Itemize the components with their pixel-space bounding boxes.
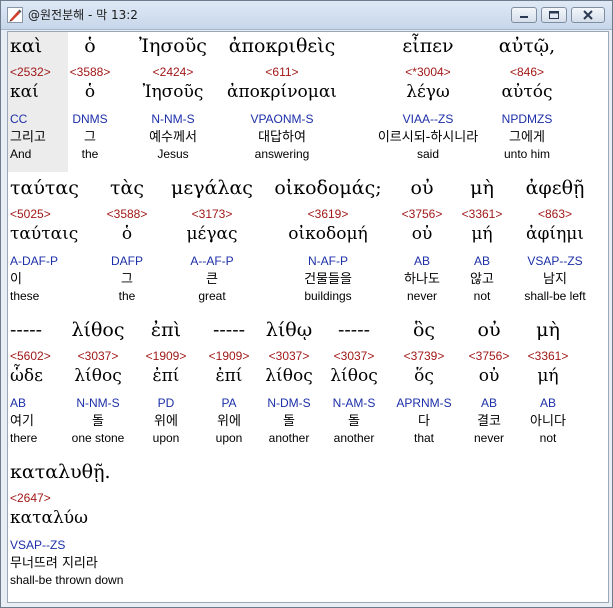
- interlinear-window: @원전분해 - 막 13:2 καὶ <2532> καί CC 그리고 And ὁ <358…: [0, 0, 613, 608]
- word-lemma: ἀφίημι: [526, 224, 584, 244]
- window-title: @원전분해 - 막 13:2: [28, 8, 138, 22]
- word-greek: αὐτῷ,: [498, 35, 556, 57]
- word-english: shall-be thrown down: [10, 573, 124, 587]
- word-korean: 아니다: [530, 414, 566, 429]
- word-strong: <846>: [509, 65, 545, 79]
- word-lemma: μή: [537, 366, 559, 386]
- minimize-button[interactable]: [511, 7, 537, 23]
- word-strong: <863>: [537, 207, 573, 221]
- word-korean: 남지: [543, 272, 567, 287]
- word-korean: 대답하여: [258, 130, 306, 145]
- word-parse: VSAP--ZS: [527, 254, 583, 268]
- maximize-button[interactable]: [541, 7, 567, 23]
- close-icon: [583, 10, 593, 20]
- word-parse: VSAP--ZS: [10, 538, 66, 552]
- word-greek: καταλυθῇ.: [10, 461, 111, 483]
- word-strong: <3361>: [527, 349, 569, 363]
- app-pen-icon: [7, 7, 23, 23]
- word-strong: <2647>: [10, 491, 51, 505]
- word-greek: ἀφεθῇ: [525, 177, 585, 199]
- word-english: shall-be left: [524, 289, 586, 303]
- minimize-icon: [520, 16, 528, 18]
- word-parse: AB: [539, 396, 556, 410]
- word-greek: ἀποκριθεὶς: [228, 35, 336, 57]
- close-button[interactable]: [571, 7, 605, 23]
- title-bar[interactable]: @원전분해 - 막 13:2: [1, 1, 612, 30]
- word-strong: <611>: [265, 65, 299, 79]
- maximize-icon: [549, 11, 559, 19]
- word-parse: NPDMZS: [501, 112, 553, 126]
- interlinear-content: καὶ <2532> καί CC 그리고 And ὁ <3588> ὁ DNMS 그 the Ἰησο…: [7, 31, 609, 603]
- word-korean: 그에게: [509, 130, 545, 145]
- word-english: not: [539, 431, 557, 445]
- word-lemma: καταλύω: [10, 508, 88, 528]
- word-english: unto him: [503, 147, 551, 161]
- word-lemma: αὐτός: [501, 82, 553, 102]
- word-greek: μὴ: [536, 319, 560, 341]
- word-parse: VPAONM-S: [250, 112, 314, 126]
- word-korean: 무너뜨려 지리라: [10, 556, 98, 571]
- word-lemma: ἀποκρίνομαι: [227, 82, 337, 102]
- word-english: answering: [254, 147, 310, 161]
